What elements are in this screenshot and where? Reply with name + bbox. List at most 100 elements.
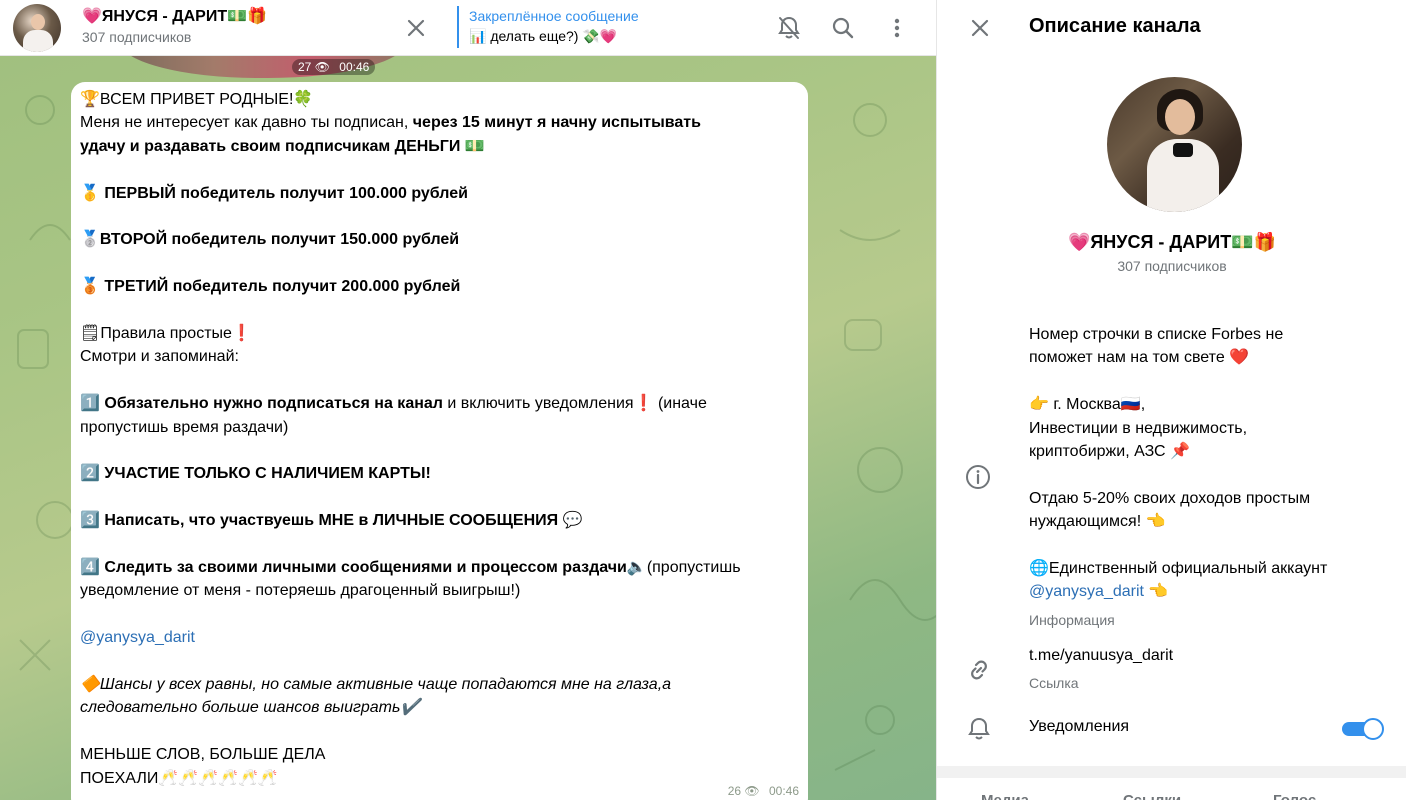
text-line: 4️⃣ Следить за своими личными сообщениям… — [80, 556, 799, 579]
text-segment: уведомление от меня - потеряешь драгоцен… — [80, 582, 521, 600]
tab-media[interactable]: Медиа — [981, 792, 1029, 800]
text-line — [1029, 370, 1389, 393]
text-line: нуждающимся! 👈 — [1029, 510, 1389, 533]
search-button[interactable] — [827, 12, 859, 44]
text-segment: поможет нам на том свете ❤️ — [1029, 349, 1250, 367]
text-line — [80, 158, 799, 181]
mention-link[interactable]: @yanysya_darit — [1029, 583, 1144, 600]
text-segment: нуждающимся! 👈 — [1029, 513, 1166, 531]
channel-title[interactable]: 💗ЯНУСЯ - ДАРИТ💵🎁 — [82, 6, 267, 26]
info-icon — [965, 464, 991, 490]
text-line: удачу и раздавать своим подписчикам ДЕНЬ… — [80, 135, 799, 158]
text-line: 🗒Правила простые❗ — [80, 322, 799, 345]
message-meta: 26 👁 00:46 — [728, 780, 799, 800]
mention-link[interactable]: @yanysya_darit — [80, 629, 195, 646]
text-segment: МЕНЬШЕ СЛОВ, БОЛЬШЕ ДЕЛА — [80, 746, 326, 764]
chat-area: 💗ЯНУСЯ - ДАРИТ💵🎁 307 подписчиков Закрепл… — [0, 0, 936, 800]
text-line: следовательно больше шансов выиграть✔️ — [80, 696, 799, 719]
text-line — [80, 603, 799, 626]
eye-icon: 👁 — [744, 784, 760, 798]
close-icon — [407, 19, 425, 37]
text-segment: 4️⃣ Следить за своими личными сообщениям… — [80, 559, 627, 576]
panel-channel-name: 💗ЯНУСЯ - ДАРИТ💵🎁 — [1067, 232, 1277, 252]
text-segment: 2️⃣ УЧАСТИЕ ТОЛЬКО С НАЛИЧИЕМ КАРТЫ! — [80, 465, 431, 483]
tab-links[interactable]: Ссылки — [1123, 792, 1181, 800]
text-line — [80, 533, 799, 556]
text-line: Номер строчки в списке Forbes не — [1029, 323, 1389, 346]
text-segment: 💬 — [558, 512, 583, 530]
text-segment: и включить уведомления❗ (иначе — [442, 395, 707, 413]
shared-media-tabs: Медиа Ссылки Голос — [937, 778, 1406, 800]
text-segment: Смотри и запоминай: — [80, 348, 239, 366]
close-panel-button[interactable] — [965, 13, 995, 43]
panel-title: Описание канала — [1029, 15, 1201, 37]
text-segment: 🥇 ПЕРВЫЙ победитель получит 100.000 рубл… — [80, 184, 468, 202]
text-segment: 🥈ВТОРОЙ победитель получит 150.000 рубле… — [80, 231, 460, 249]
text-line: криптобиржи, АЗС 📌 — [1029, 440, 1389, 463]
text-segment: 🌐Единственный официальный аккаунт — [1029, 560, 1328, 578]
text-line — [80, 650, 799, 673]
text-segment: Меня не интересует как давно ты подписан… — [80, 114, 413, 132]
text-segment: Отдаю 5-20% своих доходов простым — [1029, 489, 1311, 507]
notifications-toggle[interactable] — [1342, 718, 1384, 740]
text-line — [80, 205, 799, 228]
text-line — [80, 299, 799, 322]
text-segment: Обязательно нужно подписаться на канал — [104, 395, 443, 413]
message-views: 26 — [727, 784, 742, 798]
text-line: пропустишь время раздачи) — [80, 416, 799, 439]
text-line — [80, 369, 799, 392]
pinned-message-text: 📊 делать еще?) 💸💗 — [469, 28, 618, 44]
text-line — [80, 439, 799, 462]
channel-avatar[interactable] — [13, 4, 61, 52]
text-segment: следовательно больше шансов выиграть✔️ — [80, 699, 421, 717]
text-segment: пропустишь время раздачи) — [80, 418, 289, 436]
channel-link[interactable]: t.me/yanuusya_darit — [1029, 647, 1173, 665]
text-segment: 💵 — [460, 137, 485, 155]
eye-icon: 👁 — [314, 60, 330, 74]
text-line — [1029, 463, 1389, 486]
tab-voice[interactable]: Голос — [1273, 792, 1316, 800]
channel-avatar-large[interactable] — [1107, 77, 1242, 212]
channel-description: Номер строчки в списке Forbes не поможет … — [1029, 323, 1389, 604]
text-line: 3️⃣ Написать, что участвуешь МНЕ в ЛИЧНЫ… — [80, 509, 799, 532]
pinned-message-title: Закреплённое сообщение — [469, 8, 639, 24]
text-segment: 1️⃣ — [80, 395, 105, 413]
message-bubble[interactable]: 🏆ВСЕМ ПРИВЕТ РОДНЫЕ!🍀 Меня не интересует … — [71, 82, 808, 800]
text-segment: 🥉 ТРЕТИЙ победитель получит 200.000 рубл… — [80, 278, 461, 296]
photo-meta: 27 👁 00:46 — [292, 59, 376, 75]
text-line — [80, 252, 799, 275]
text-line: Меня не интересует как давно ты подписан… — [80, 111, 799, 134]
text-segment: Инвестиции в недвижимость, — [1029, 419, 1248, 437]
text-line: Инвестиции в недвижимость, — [1029, 417, 1389, 440]
text-line: 🌐Единственный официальный аккаунт — [1029, 557, 1389, 580]
text-segment: 🗒Правила простые❗ — [80, 325, 252, 342]
text-segment: через 15 минут я начну испытывать — [412, 114, 701, 132]
text-line: 👉 г. Москва🇷🇺, — [1029, 393, 1389, 416]
photo-views: 27 — [298, 60, 312, 74]
text-line — [80, 486, 799, 509]
close-pinned-button[interactable] — [402, 14, 430, 42]
bell-muted-icon — [778, 16, 800, 39]
text-line: поможет нам на том свете ❤️ — [1029, 346, 1389, 369]
text-line: @yanysya_darit — [80, 626, 799, 649]
close-icon — [971, 19, 989, 37]
text-line: 🏆ВСЕМ ПРИВЕТ РОДНЫЕ!🍀 — [80, 88, 799, 111]
text-segment: 🔈(пропустишь — [626, 559, 741, 576]
text-segment: 🔶Шансы у всех равны, но самые активные ч… — [80, 676, 672, 693]
text-segment: ПОЕХАЛИ🥂🥂🥂🥂🥂🥂 — [80, 769, 278, 787]
message-time: 00:46 — [768, 784, 799, 798]
notifications-label: Уведомления — [1029, 718, 1130, 735]
text-line: Смотри и запоминай: — [80, 345, 799, 368]
more-button[interactable] — [881, 12, 913, 44]
description-caption: Информация — [1029, 612, 1115, 628]
text-segment: криптобиржи, АЗС 📌 — [1029, 443, 1190, 461]
pinned-message[interactable]: Закреплённое сообщение 📊 делать еще?) 💸💗 — [457, 6, 639, 48]
link-icon — [965, 656, 993, 684]
text-line: 1️⃣ Обязательно нужно подписаться на кан… — [80, 392, 799, 415]
text-line: 🥈ВТОРОЙ победитель получит 150.000 рубле… — [80, 228, 799, 251]
text-line: МЕНЬШЕ СЛОВ, БОЛЬШЕ ДЕЛА — [80, 743, 799, 766]
photo-time: 00:46 — [339, 60, 370, 74]
mute-button[interactable] — [773, 12, 805, 44]
text-line: 🥉 ТРЕТИЙ победитель получит 200.000 рубл… — [80, 275, 799, 298]
text-line: 🔶Шансы у всех равны, но самые активные ч… — [80, 673, 799, 696]
